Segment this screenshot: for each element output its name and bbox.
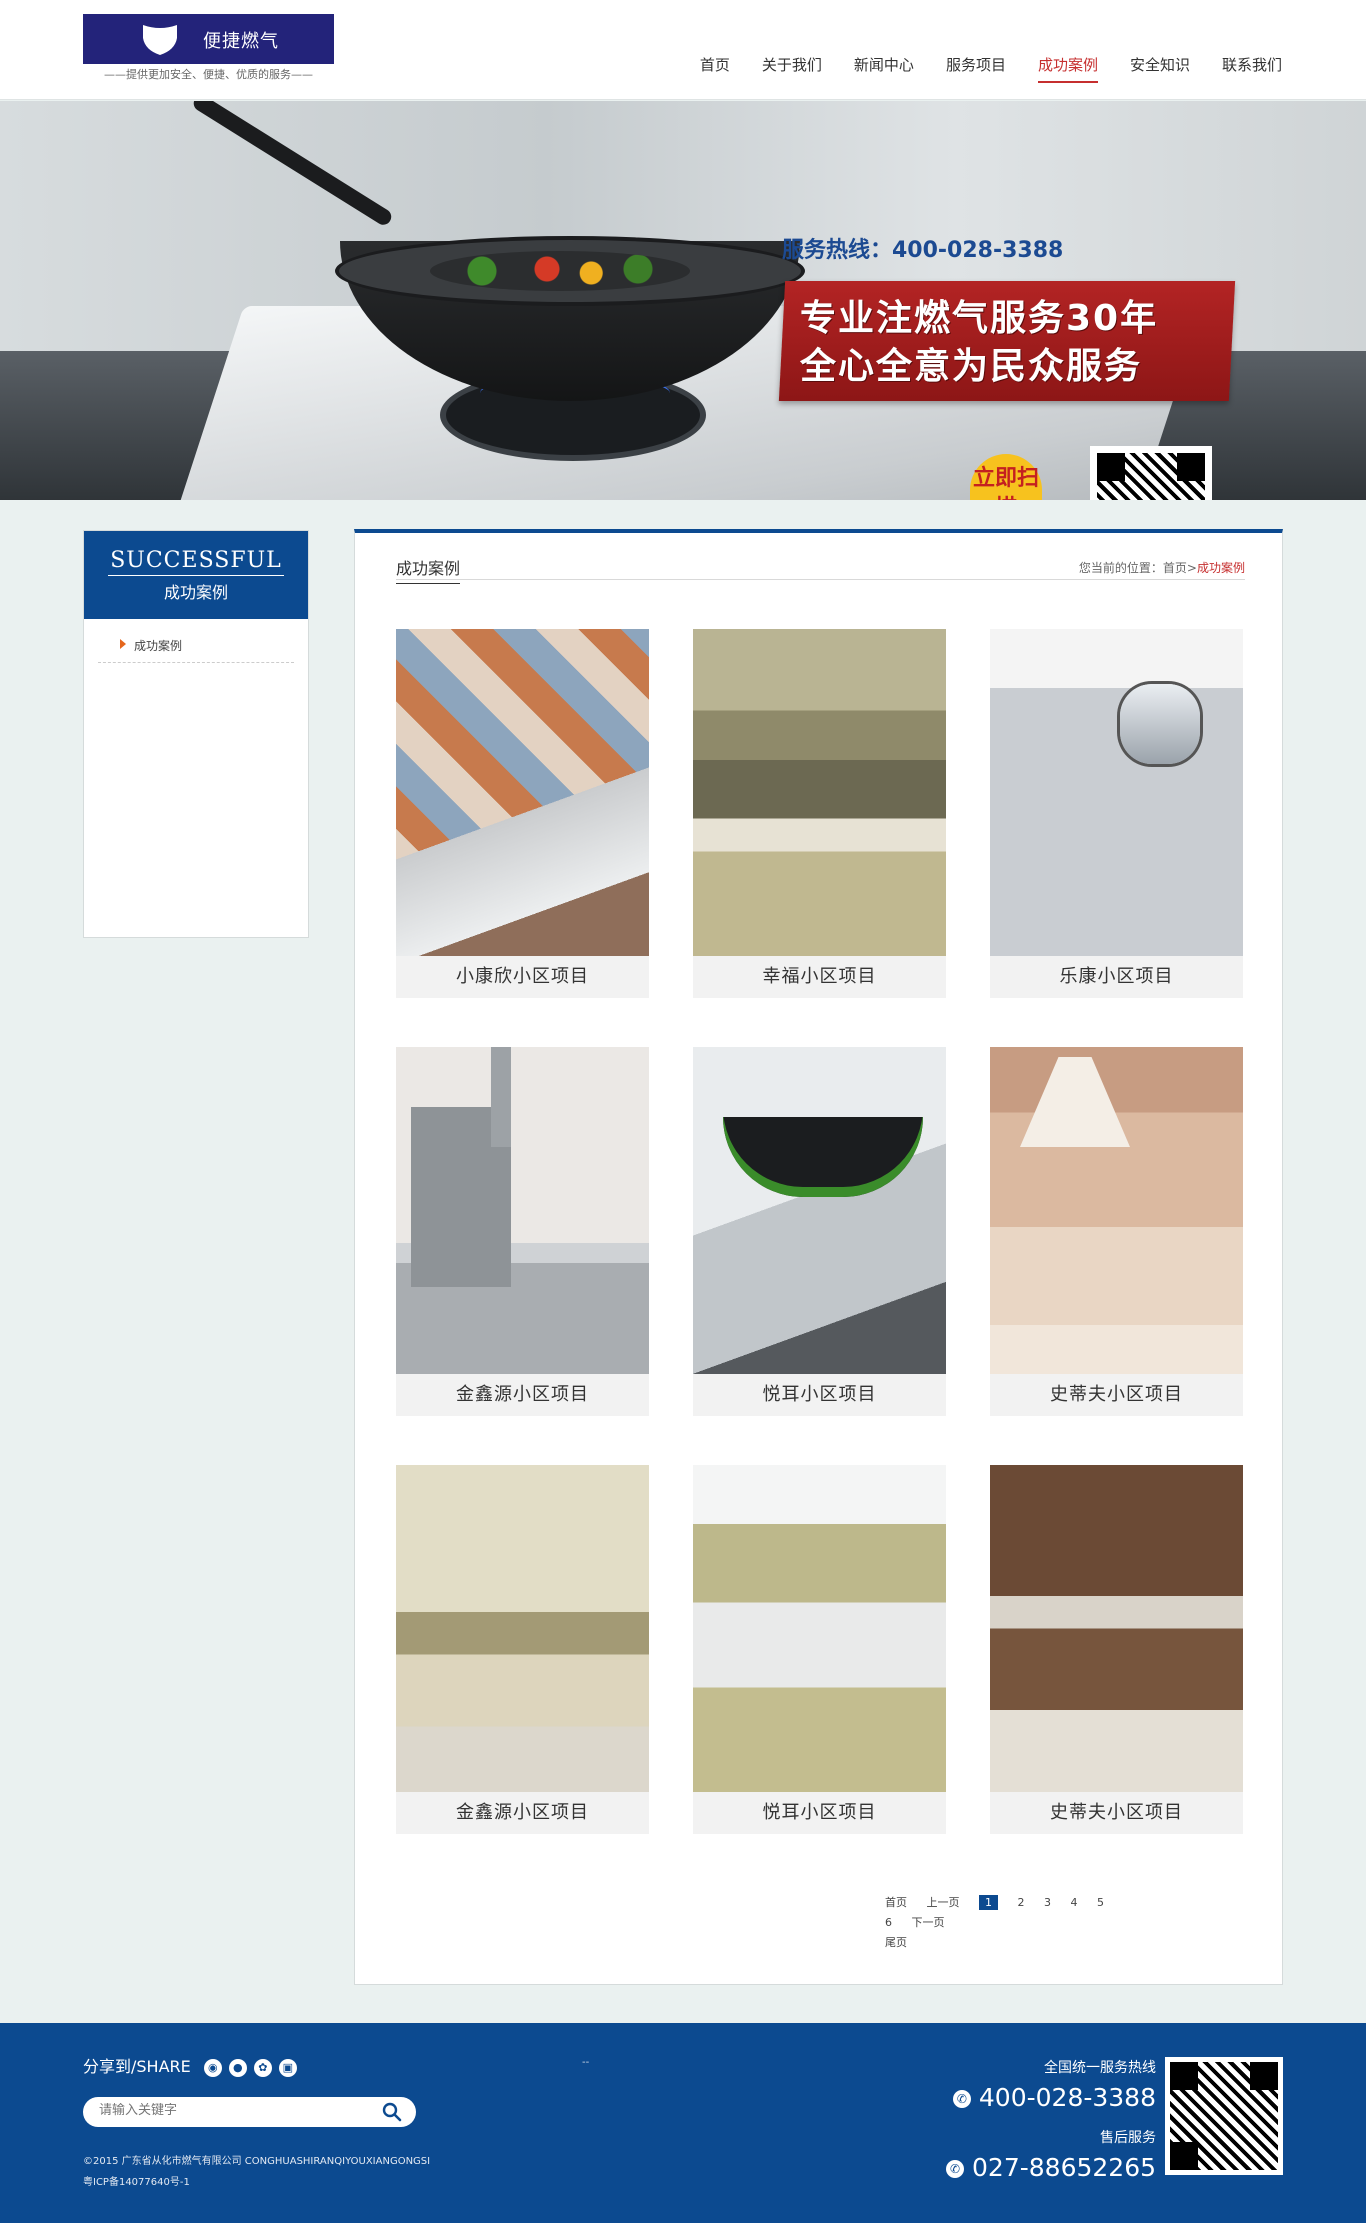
share-label: 分享到/SHARE: [83, 2057, 191, 2076]
pager-next[interactable]: 下一页: [912, 1916, 945, 1929]
hotline-number-text: 400-028-3388: [978, 2083, 1156, 2112]
banner-slogan-line1: 专业注燃气服务30年: [800, 298, 1159, 339]
case-grid: 小康欣小区项目 幸福小区项目 乐康小区项目 金鑫源小区项目 悦耳小区项目 史蒂夫…: [396, 629, 1246, 1834]
case-image[interactable]: [396, 629, 649, 956]
nav-about[interactable]: 关于我们: [746, 54, 838, 75]
sidebar-title-en: SUCCESSFUL: [108, 549, 284, 576]
footer-search: [83, 2097, 416, 2127]
qq-icon[interactable]: ●: [228, 2058, 247, 2077]
search-icon[interactable]: [382, 2102, 402, 2122]
nav-news[interactable]: 新闻中心: [838, 54, 930, 75]
case-card[interactable]: 乐康小区项目: [990, 629, 1243, 998]
hotline-label: 全国统一服务热线: [1044, 2060, 1156, 2076]
case-image[interactable]: [396, 1465, 649, 1792]
footer-qr-code-icon: [1165, 2057, 1283, 2175]
case-image[interactable]: [693, 629, 946, 956]
case-card[interactable]: 幸福小区项目: [693, 629, 946, 998]
case-caption[interactable]: 悦耳小区项目: [693, 1792, 946, 1834]
sidebar-header: SUCCESSFUL 成功案例: [84, 531, 308, 619]
breadcrumb-prefix[interactable]: 您当前的位置：首页>: [1079, 561, 1197, 575]
after-sales-number: ✆ 027-88652265: [946, 2153, 1156, 2182]
breadcrumb: 您当前的位置：首页>成功案例: [1079, 559, 1245, 576]
after-sales-label: 售后服务: [1100, 2130, 1156, 2146]
vegetables-image: [430, 251, 690, 291]
case-card[interactable]: 金鑫源小区项目: [396, 1465, 649, 1834]
case-card[interactable]: 小康欣小区项目: [396, 629, 649, 998]
case-image[interactable]: [990, 1047, 1243, 1374]
case-card[interactable]: 悦耳小区项目: [693, 1465, 946, 1834]
logo-slogan: ——提供更加安全、便捷、优质的服务——: [104, 68, 313, 81]
pager-page-5[interactable]: 5: [1097, 1896, 1104, 1909]
nav-cases[interactable]: 成功案例: [1022, 54, 1114, 83]
copyright: ©2015 广东省从化市燃气有限公司 CONGHUASHIRANQIYOUXIA…: [83, 2151, 430, 2193]
pager-page-6[interactable]: 6: [885, 1916, 892, 1929]
pagination: 首页 上一页 1 2 3 4 5 6 下一页 尾页: [885, 1893, 1145, 1953]
case-caption[interactable]: 史蒂夫小区项目: [990, 1792, 1243, 1834]
case-caption[interactable]: 金鑫源小区项目: [396, 1374, 649, 1416]
nav-contact[interactable]: 联系我们: [1206, 54, 1282, 75]
case-caption[interactable]: 金鑫源小区项目: [396, 1792, 649, 1834]
qr-code-icon: [1090, 446, 1212, 500]
pager-page-4[interactable]: 4: [1071, 1896, 1078, 1909]
weibo-icon[interactable]: ◉: [203, 2058, 222, 2077]
banner-slogan-line2: 全心全意为民众服务: [800, 346, 1143, 387]
case-image[interactable]: [693, 1465, 946, 1792]
phone-icon: ✆: [946, 2160, 965, 2178]
baidu-icon[interactable]: ✿: [253, 2058, 272, 2077]
logo-text: 便捷燃气: [203, 31, 279, 52]
footer-dash: --: [582, 2057, 590, 2068]
phone-icon: ✆: [952, 2090, 971, 2108]
case-caption[interactable]: 史蒂夫小区项目: [990, 1374, 1243, 1416]
hotline-number: ✆ 400-028-3388: [952, 2083, 1156, 2112]
copyright-text: ©2015 广东省从化市燃气有限公司 CONGHUASHIRANQIYOUXIA…: [83, 2156, 431, 2167]
case-caption[interactable]: 乐康小区项目: [990, 956, 1243, 998]
pager-page-3[interactable]: 3: [1044, 1896, 1051, 1909]
pager-page-2[interactable]: 2: [1018, 1896, 1025, 1909]
case-card[interactable]: 悦耳小区项目: [693, 1047, 946, 1416]
shield-icon: [143, 25, 177, 55]
site-footer: 分享到/SHARE ◉ ● ✿ ▣ -- ©2015 广东省从化市燃气有限公司 …: [0, 2023, 1366, 2223]
case-caption[interactable]: 小康欣小区项目: [396, 956, 649, 998]
case-image[interactable]: [396, 1047, 649, 1374]
share-bar: 分享到/SHARE ◉ ● ✿ ▣: [83, 2053, 297, 2077]
douban-icon[interactable]: ▣: [278, 2058, 297, 2077]
case-caption[interactable]: 悦耳小区项目: [693, 1374, 946, 1416]
pager-page-1[interactable]: 1: [979, 1895, 998, 1910]
pager-first[interactable]: 首页: [885, 1896, 907, 1909]
case-card[interactable]: 史蒂夫小区项目: [990, 1047, 1243, 1416]
logo[interactable]: 便捷燃气: [83, 14, 334, 64]
sidebar-item-cases[interactable]: 成功案例: [98, 637, 294, 663]
nav-home[interactable]: 首页: [684, 54, 746, 75]
case-caption[interactable]: 幸福小区项目: [693, 956, 946, 998]
nav-services[interactable]: 服务项目: [930, 54, 1022, 75]
case-image[interactable]: [990, 1465, 1243, 1792]
case-image[interactable]: [693, 1047, 946, 1374]
breadcrumb-current: 成功案例: [1196, 561, 1245, 575]
after-sales-number-text: 027-88652265: [972, 2153, 1156, 2182]
search-input[interactable]: [99, 2103, 359, 2118]
nav-safety[interactable]: 安全知识: [1114, 54, 1206, 75]
case-card[interactable]: 史蒂夫小区项目: [990, 1465, 1243, 1834]
site-header: 便捷燃气 ——提供更加安全、便捷、优质的服务—— 首页 关于我们 新闻中心 服务…: [0, 0, 1366, 100]
case-card[interactable]: 金鑫源小区项目: [396, 1047, 649, 1416]
pager-last[interactable]: 尾页: [885, 1933, 1129, 1953]
main-nav: 首页 关于我们 新闻中心 服务项目 成功案例 安全知识 联系我们: [684, 54, 1282, 83]
hero-banner: 服务热线：400-028-3388 专业注燃气服务30年 全心全意为民众服务 立…: [0, 101, 1366, 500]
content-panel: 成功案例 您当前的位置：首页>成功案例 小康欣小区项目 幸福小区项目 乐康小区项…: [354, 529, 1283, 1985]
sidebar-title-cn: 成功案例: [163, 583, 228, 602]
icp-text[interactable]: 粤ICP备14077640号-1: [83, 2172, 430, 2193]
case-image[interactable]: [990, 629, 1243, 956]
content-divider: [396, 579, 1245, 580]
sidebar: SUCCESSFUL 成功案例 成功案例: [83, 530, 309, 938]
banner-hotline: 服务热线：400-028-3388: [782, 238, 1064, 263]
pager-prev[interactable]: 上一页: [927, 1896, 960, 1909]
